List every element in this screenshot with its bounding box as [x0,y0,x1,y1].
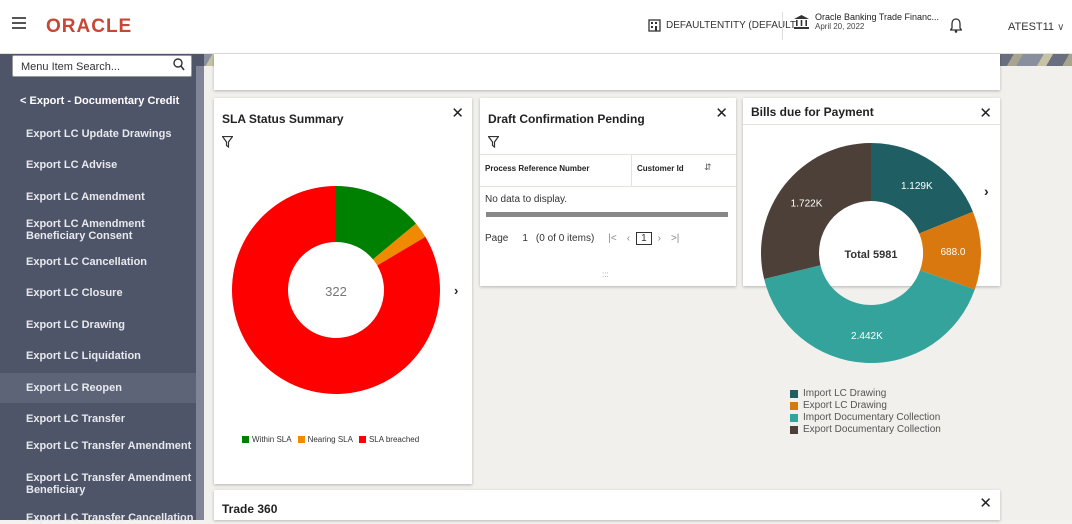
next-page-icon[interactable]: › [658,233,661,244]
sidebar-item-transfer-amendment-beneficiary[interactable]: Export LC Transfer Amendment Beneficiary [0,472,196,496]
sidebar-item-update-drawings[interactable]: Export LC Update Drawings [0,128,196,140]
bills-data-label: 2.442K [851,331,883,342]
oracle-logo: ORACLE [46,16,133,37]
bank-date: April 20, 2022 [815,22,865,31]
divider [631,154,632,186]
page-input[interactable]: 1 [522,233,528,244]
sidebar-back-label: Export - Documentary Credit [29,95,180,107]
user-menu[interactable]: ATEST11 ∨ [1008,21,1064,33]
filter-icon[interactable] [487,135,500,151]
sidebar-item-closure[interactable]: Export LC Closure [0,287,196,299]
bills-data-label: 1.722K [791,198,823,209]
column-header-customer-id[interactable]: Customer Id [637,164,684,173]
sidebar-item-amendment[interactable]: Export LC Amendment [0,191,196,203]
bills-data-label: 1.129K [901,181,933,192]
current-page-button[interactable]: 1 [636,232,652,245]
menu-search-input[interactable]: Menu Item Search... [12,55,192,77]
user-name: ATEST11 [1008,21,1055,33]
prev-page-icon[interactable]: ‹ [627,233,630,244]
legend-nearing-sla: Nearing SLA [297,435,353,444]
pagination: Page 1 (0 of 0 items) |< ‹ 1 › >| [485,232,679,245]
bills-legend: Import LC Drawing Export LC Drawing Impo… [790,388,941,436]
legend-export-documentary-collection: Export Documentary Collection [790,424,941,435]
column-header-process-ref[interactable]: Process Reference Number [485,164,590,173]
trade-360-card: Trade 360 ✕ [214,490,1000,520]
slice-import-documentary-collection[interactable] [764,265,975,363]
last-page-icon[interactable]: >| [671,233,679,244]
close-icon[interactable]: ✕ [979,104,992,122]
sla-legend: Within SLA Nearing SLA SLA breached [242,435,419,444]
legend-sla-breached: SLA breached [358,435,419,444]
sidebar-item-amendment-beneficiary-consent[interactable]: Export LC Amendment Beneficiary Consent [0,218,196,242]
search-placeholder: Menu Item Search... [21,61,121,73]
legend-within-sla: Within SLA [242,435,292,444]
sidebar-item-liquidation[interactable]: Export LC Liquidation [0,350,196,362]
items-count: (0 of 0 items) [535,233,595,244]
close-icon[interactable]: ✕ [715,104,728,122]
bills-donut-chart: Total 5981 1.129K 688.0 2.442K 1.722K [761,143,981,363]
sidebar-item-transfer[interactable]: Export LC Transfer [0,413,196,425]
bank-icon [794,14,809,29]
legend-import-lc-drawing: Import LC Drawing [790,388,941,399]
legend-export-lc-drawing: Export LC Drawing [790,400,941,411]
sidebar-item-transfer-cancellation[interactable]: Export LC Transfer Cancellation [0,512,196,524]
card-title: Trade 360 [222,502,278,516]
resize-handle-icon[interactable]: ::: [602,270,609,279]
sla-center-value: 322 [325,284,347,299]
sla-status-card: SLA Status Summary ✕ 322 Within SLA Near… [214,98,472,484]
chevron-down-icon: ∨ [1057,22,1065,33]
search-icon[interactable] [173,58,185,75]
divider [782,12,783,40]
horizontal-scrollbar[interactable] [486,212,728,217]
sidebar-item-cancellation[interactable]: Export LC Cancellation [0,256,196,268]
sidebar-back-link[interactable]: < Export - Documentary Credit [20,95,179,107]
chevron-right-icon[interactable]: › [454,283,458,298]
top-card [214,54,1000,90]
empty-message: No data to display. [485,194,568,205]
bills-data-label: 688.0 [940,247,965,258]
draft-confirmation-card: Draft Confirmation Pending ✕ Process Ref… [480,98,736,286]
card-title: Bills due for Payment [751,105,874,119]
hamburger-menu-icon[interactable] [12,17,28,31]
card-title: Draft Confirmation Pending [488,112,645,126]
legend-import-documentary-collection: Import Documentary Collection [790,412,941,423]
top-bar: ORACLE DEFAULTENTITY (DEFAULT... Oracle … [0,0,1072,54]
sidebar-item-transfer-amendment[interactable]: Export LC Transfer Amendment [0,440,196,452]
bell-icon[interactable] [949,18,963,36]
sla-donut-chart: 322 [231,186,440,394]
sort-icon[interactable]: ⇵ [704,162,712,173]
sidebar-scrollbar[interactable] [196,66,204,520]
sidebar-item-advise[interactable]: Export LC Advise [0,159,196,171]
entity-selector[interactable]: DEFAULTENTITY (DEFAULT... [648,19,803,32]
building-icon [648,19,661,32]
bank-selector[interactable]: Oracle Banking Trade Financ... April 20,… [794,12,939,31]
divider [480,186,736,187]
page-label: Page [485,233,509,244]
close-icon[interactable]: ✕ [979,494,992,512]
divider [743,124,1000,125]
first-page-icon[interactable]: |< [608,233,616,244]
divider [480,154,736,155]
bank-name: Oracle Banking Trade Financ... [815,12,940,22]
sidebar-item-reopen[interactable]: Export LC Reopen [0,373,196,403]
bills-total-label: Total 5981 [845,249,898,261]
sidebar-item-drawing[interactable]: Export LC Drawing [0,319,196,331]
